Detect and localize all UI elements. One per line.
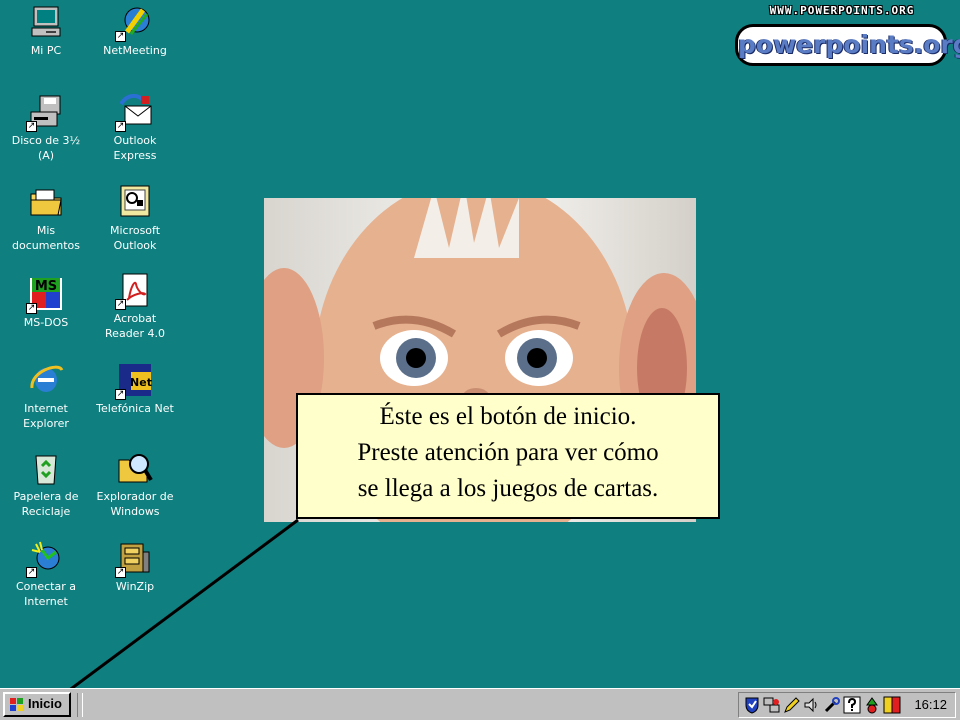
icon-label: Internet Explorer [23,402,69,430]
icon-label: Mis documentos [12,224,80,252]
recycle-bin-icon [28,450,64,486]
desktop-icon-mi-pc[interactable]: Mi PC [0,4,92,58]
ms-dos-glyph-text: MS [35,279,57,294]
icon-label: Explorador de Windows [96,490,174,518]
desktop-icon-telefonica[interactable]: Net ↗ Telefónica Net [89,362,181,416]
callout-line-2: Preste atención para ver cómo [357,439,659,466]
za-icon[interactable] [883,696,901,714]
callout-line-1: Éste es el botón de inicio. [379,403,637,430]
question-icon[interactable] [843,696,861,714]
desktop-icon-papelera[interactable]: Papelera de Reciclaje [0,450,92,519]
network-icon[interactable] [763,696,781,714]
speaker-icon[interactable] [803,696,821,714]
system-tray: 16:12 [738,692,956,718]
powerpoints-logo: WWW.POWERPOINTS.ORG powerpoints.org [733,4,960,68]
icon-label: Mi PC [30,44,62,57]
outlook-express-icon: ↗ [115,94,153,132]
desktop-icon-mis-documentos[interactable]: Mis documentos [0,184,92,253]
telefonica-glyph-text: Net [130,376,152,389]
taskbar: Inicio 16:12 [0,688,960,720]
icon-label: Conectar a Internet [15,580,76,608]
desktop-icon-acrobat[interactable]: ↗ Acrobat Reader 4.0 [89,272,181,341]
floppy-drive-icon: ↗ [26,94,64,132]
ms-dos-icon: MS ↗ [26,276,64,314]
desktop-icon-winzip[interactable]: ↗ WinZip [89,540,181,594]
icon-label: Acrobat Reader 4.0 [105,312,165,340]
internet-explorer-icon [28,362,64,398]
tool-icon[interactable] [823,696,841,714]
folder-icon [28,184,64,220]
desktop-icon-disco[interactable]: ↗ Disco de 3½ (A) [0,94,92,163]
start-button[interactable]: Inicio [3,692,71,717]
outlook-icon [117,184,153,220]
icon-label: NetMeeting [103,44,167,57]
taskbar-grip[interactable] [77,693,83,717]
computer-icon [28,4,64,40]
desktop-icon-ms-dos[interactable]: MS ↗ MS-DOS [0,276,92,330]
taskbar-clock[interactable]: 16:12 [914,697,947,712]
instruction-callout: Éste es el botón de inicio. Preste atenc… [296,393,720,519]
desktop-icon-netmeeting[interactable]: ↗ NetMeeting [89,4,181,58]
winzip-icon: ↗ [115,540,153,578]
icon-label: MS-DOS [23,316,69,329]
pencil-icon[interactable] [783,696,801,714]
windows-flag-icon [10,698,23,711]
icon-label: Outlook Express [113,134,157,162]
connect-internet-icon: ↗ [26,540,64,578]
shield-icon[interactable] [743,696,761,714]
icon-label: Telefónica Net [96,402,174,415]
callout-line-3: se llega a los juegos de cartas. [357,475,659,502]
logo-url-text: WWW.POWERPOINTS.ORG [769,4,915,17]
desktop-icon-conectar[interactable]: ↗ Conectar a Internet [0,540,92,609]
icon-label: Disco de 3½ (A) [11,134,81,162]
recycle-icon[interactable] [863,696,881,714]
icon-label: Microsoft Outlook [109,224,161,252]
acrobat-icon: ↗ [115,272,153,310]
windows-explorer-icon [117,450,153,486]
desktop-icon-internet-explorer[interactable]: Internet Explorer [0,362,92,431]
logo-name: powerpoints.org [735,24,960,66]
icon-label: Papelera de Reciclaje [13,490,79,518]
desktop-icon-explorador[interactable]: Explorador de Windows [89,450,181,519]
icon-label: WinZip [115,580,155,593]
desktop-icon-outlook-express[interactable]: ↗ Outlook Express [89,94,181,163]
desktop-icon-microsoft-outlook[interactable]: Microsoft Outlook [89,184,181,253]
netmeeting-icon: ↗ [115,4,153,42]
telefonica-icon: Net ↗ [115,362,153,400]
start-label: Inicio [28,696,62,711]
